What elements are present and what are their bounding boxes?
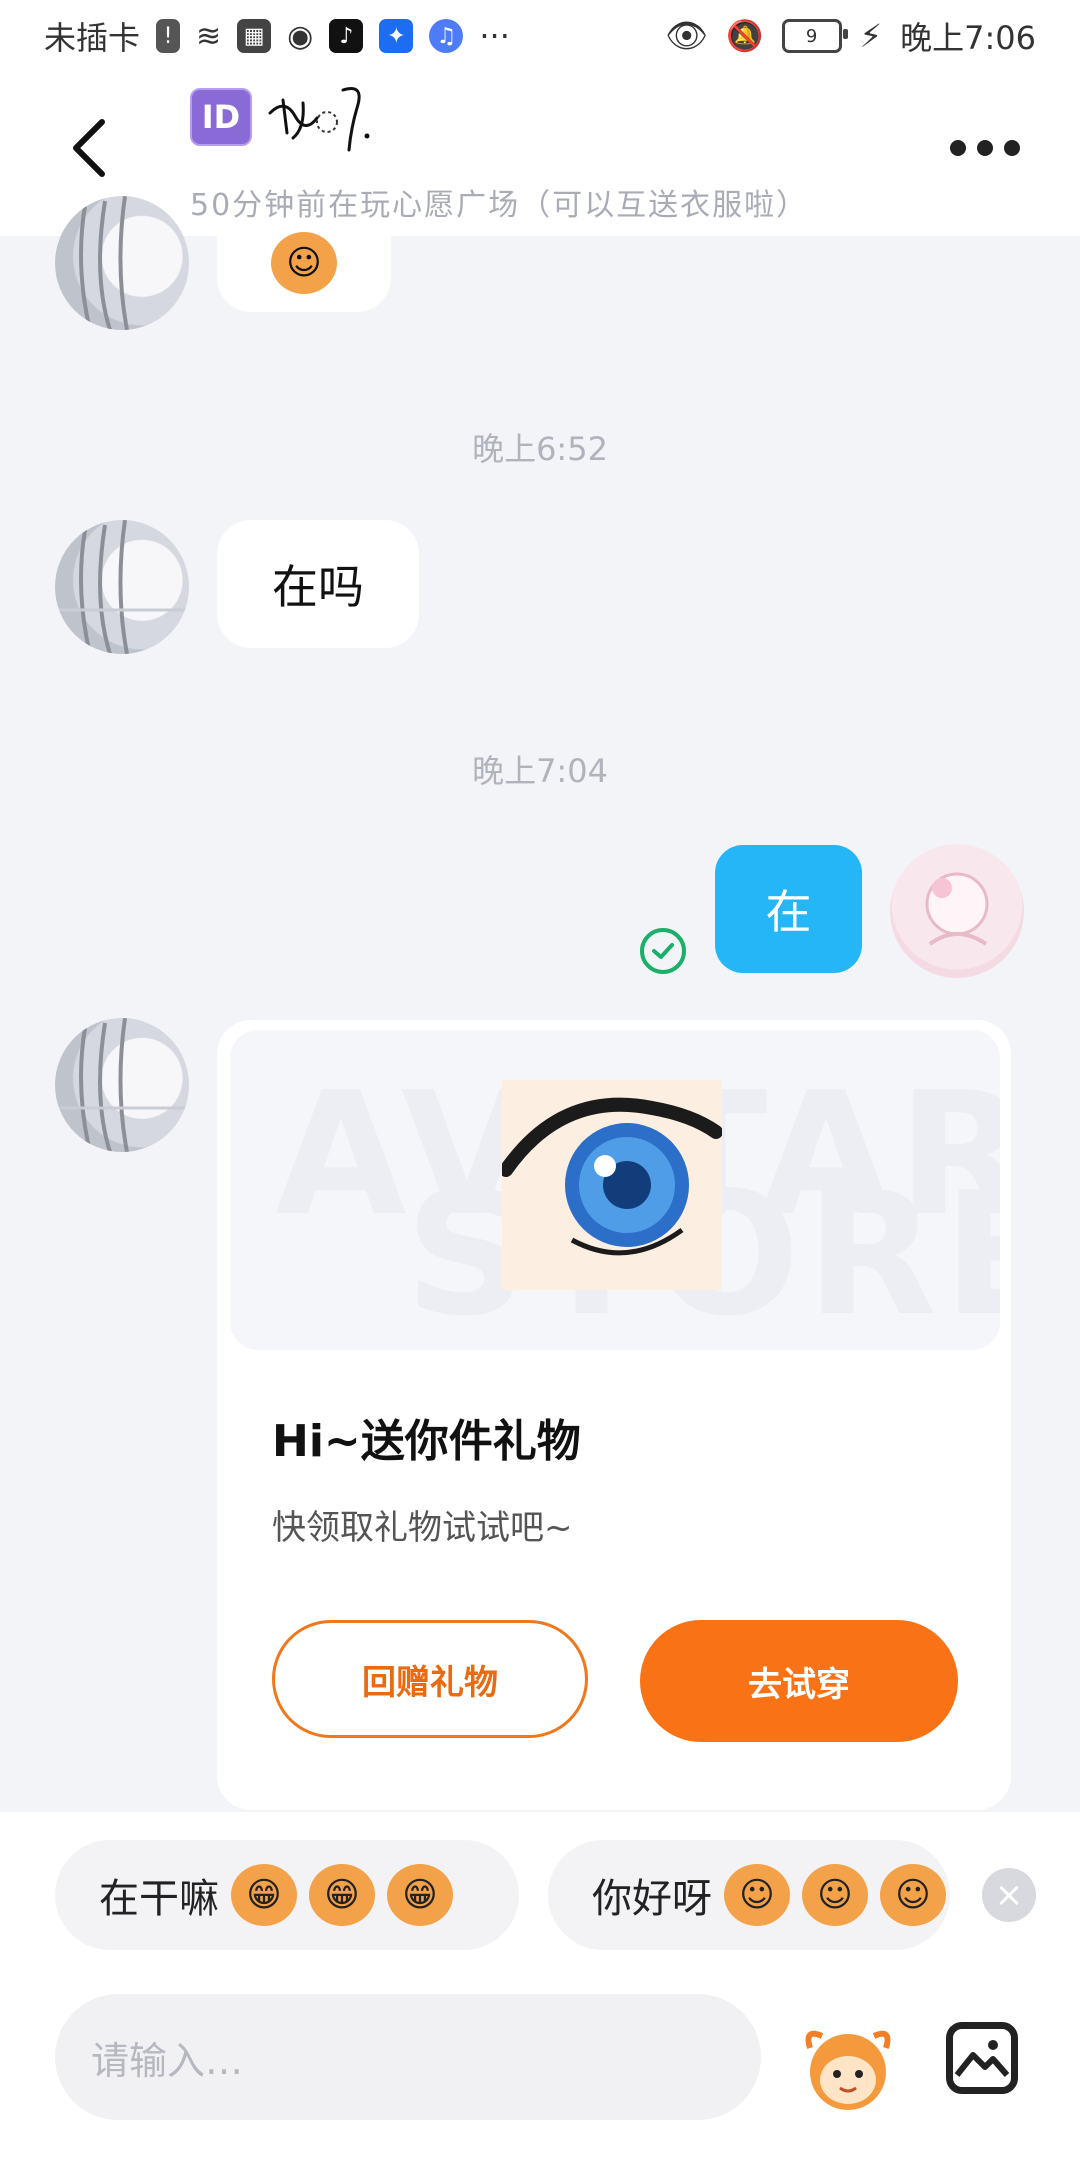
timestamp: 晚上7:04 [472, 752, 608, 790]
wifi-icon: ≋ [196, 18, 222, 54]
quick-reply-chip[interactable]: 你好呀 ☺ ☺ ☺ [548, 1840, 950, 1950]
return-gift-button[interactable]: 回赠礼物 [272, 1620, 588, 1738]
input-placeholder: 请输入… [91, 2038, 244, 2083]
close-quick-replies-icon[interactable]: × [982, 1868, 1036, 1922]
message-bubble-sent[interactable]: 在 [715, 845, 862, 973]
anime-girl-icon [925, 872, 989, 946]
quick-reply-label: 在干嘛 [99, 1876, 219, 1922]
calendar-icon: ▦ [237, 19, 272, 53]
contact-name-signature [268, 87, 370, 152]
charging-icon: ⚡ [859, 17, 883, 55]
girl-portrait-icon [55, 520, 189, 654]
battery-level: 9 [805, 25, 818, 47]
message-bubble-received[interactable]: 在吗 [217, 520, 419, 648]
mute-bell-icon: 🔕 [726, 18, 764, 54]
tiktok-icon: ♪ [329, 19, 364, 53]
music-app-icon: ♫ [429, 19, 464, 53]
smiling-monkey-icon: ☺ [724, 1864, 790, 1926]
id-badge: ID [190, 88, 252, 146]
grinning-monkey-icon: 😁 [387, 1864, 453, 1926]
quick-reply-chip[interactable]: 在干嘛 😁 😁 😁 [55, 1840, 519, 1950]
try-on-button[interactable]: 去试穿 [640, 1620, 958, 1742]
message-bubble-emoji[interactable]: ☺ [217, 232, 391, 312]
timestamp: 晚上6:52 [472, 430, 608, 468]
grinning-monkey-icon: 😁 [309, 1864, 375, 1926]
my-avatar[interactable] [890, 844, 1024, 978]
more-options-icon[interactable] [950, 140, 1020, 162]
monkey-emoji-icon: ☺ [271, 232, 337, 294]
smiling-monkey-icon: ☺ [880, 1864, 946, 1926]
sim-alert-icon: ! [156, 19, 181, 53]
eye-icon: 👁 [665, 16, 709, 56]
message-text: 在 [765, 885, 812, 939]
gift-card-title: Hi~送你件礼物 [272, 1416, 581, 1467]
battery-icon: 9 [781, 19, 848, 53]
contact-avatar[interactable] [55, 520, 189, 654]
presence-subtitle: 50分钟前在玩心愿广场（可以互送衣服啦） [190, 188, 809, 223]
quick-reply-label: 你好呀 [592, 1876, 712, 1922]
wechat-icon: ◉ [287, 18, 314, 54]
status-bar: 未插卡 ! ≋ ▦ ◉ ♪ ✦ ♫ ··· 👁 🔕 9 ⚡ 晚上7:06 [0, 0, 1080, 72]
back-arrow-icon[interactable] [70, 118, 110, 178]
more-notifications-icon: ··· [479, 17, 510, 55]
image-picker-icon[interactable] [946, 2022, 1018, 2094]
girl-portrait-icon [55, 1018, 189, 1152]
read-check-icon [640, 928, 686, 974]
anime-eye-icon [499, 1097, 723, 1256]
grinning-monkey-icon: 😁 [231, 1864, 297, 1926]
message-text: 在吗 [272, 560, 364, 614]
contact-avatar[interactable] [55, 1018, 189, 1152]
message-input[interactable]: 请输入… [55, 1994, 761, 2120]
smiling-monkey-icon: ☺ [802, 1864, 868, 1926]
clock: 晚上7:06 [900, 19, 1036, 57]
eye-gift-thumbnail [499, 1080, 723, 1290]
girl-portrait-icon [79, 196, 129, 330]
contact-avatar[interactable] [55, 196, 189, 330]
carrier-label: 未插卡 [44, 19, 141, 57]
emoji-mascot-icon[interactable] [800, 2018, 896, 2114]
bulb-app-icon: ✦ [379, 19, 414, 53]
gift-card-subtitle: 快领取礼物试试吧~ [272, 1508, 573, 1548]
